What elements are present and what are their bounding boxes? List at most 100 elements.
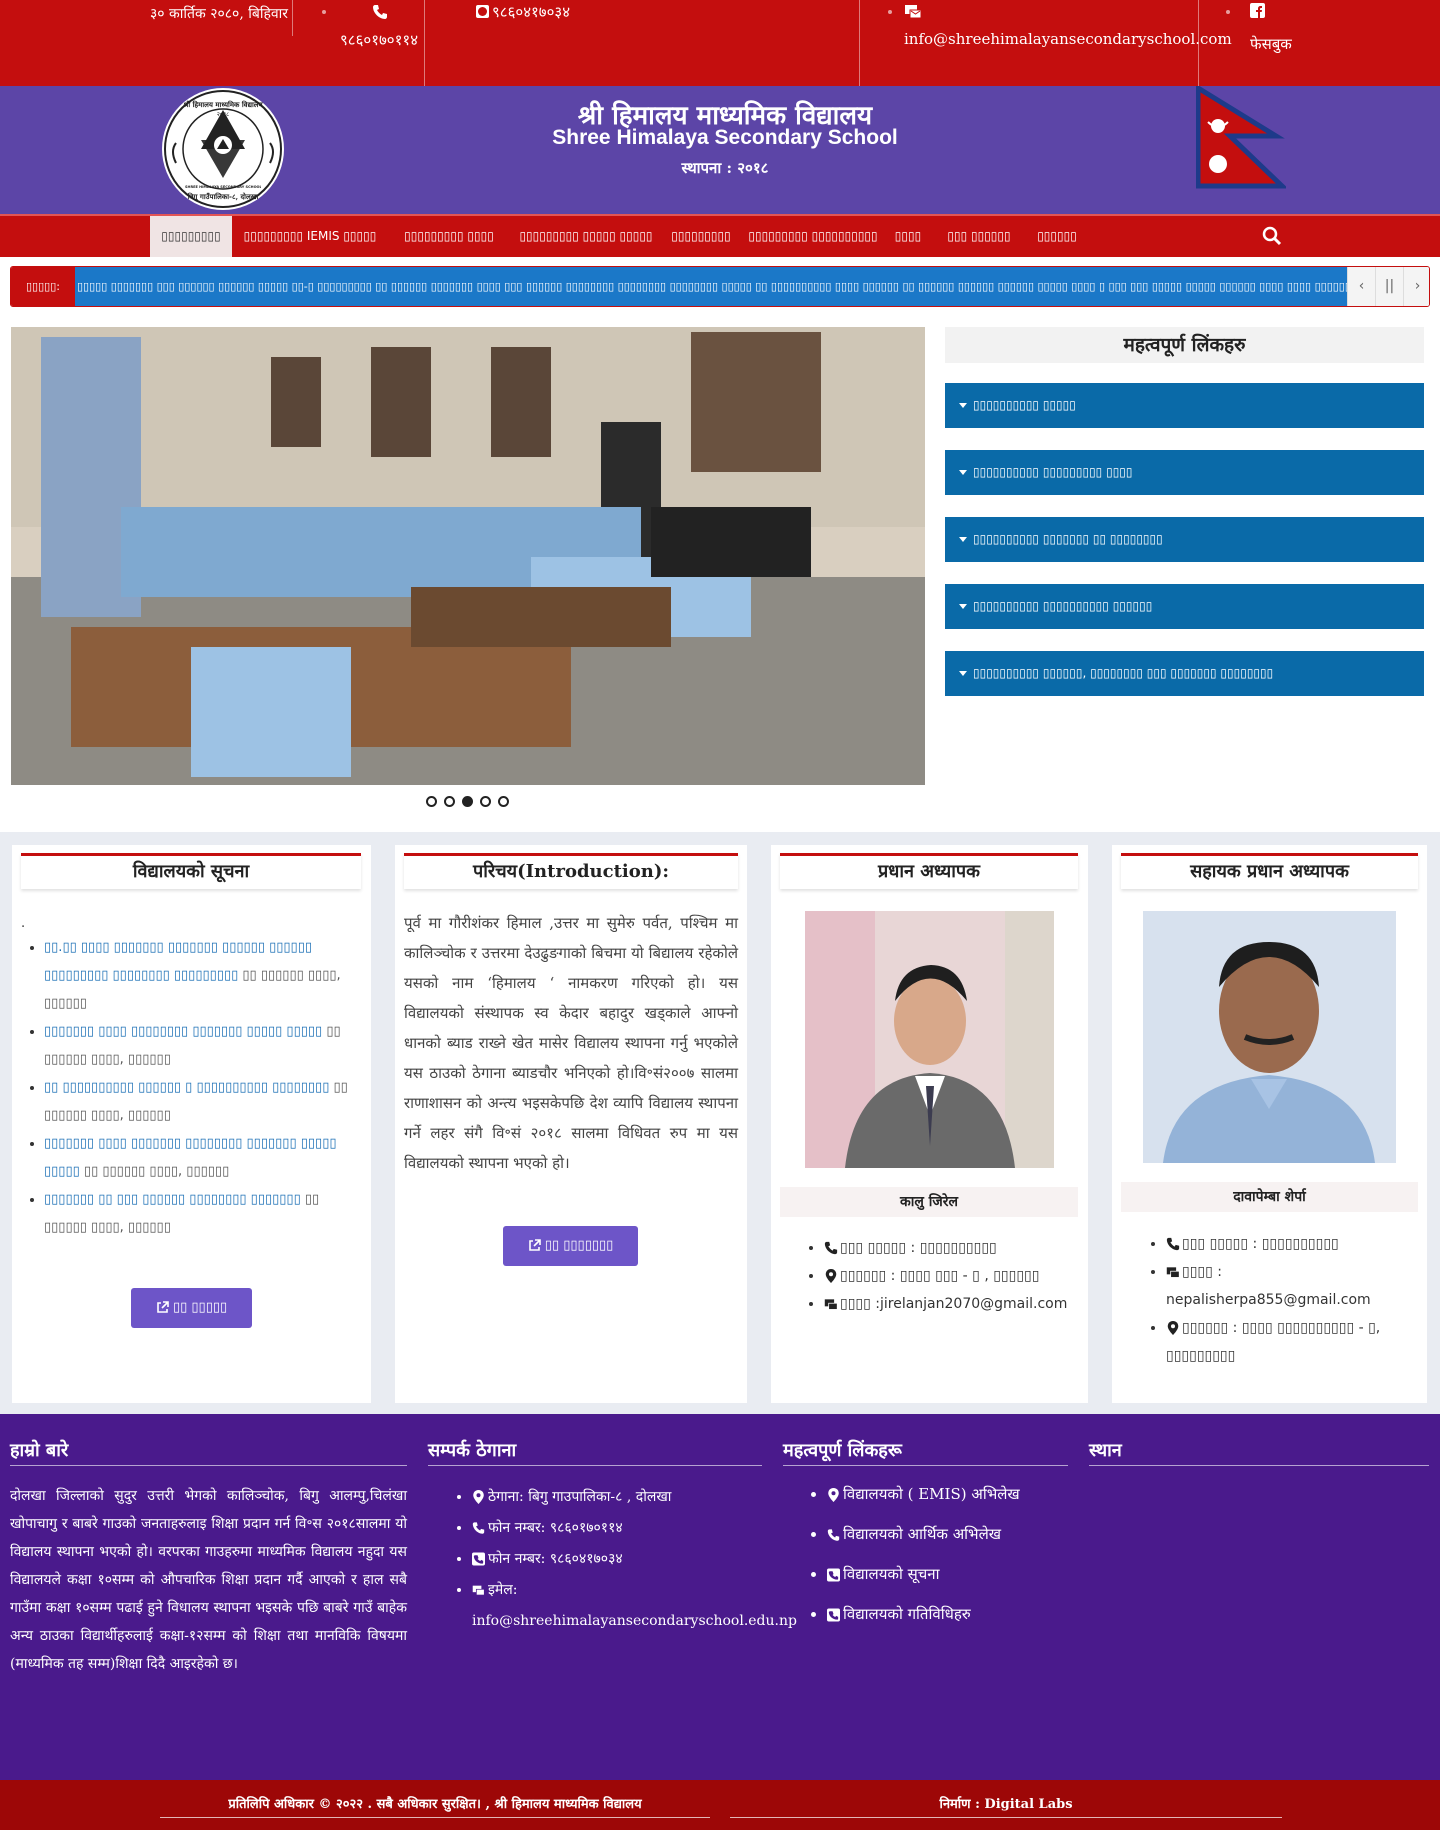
vice-principal-info: ▯▯▯ ▯▯▯▯▯ : ▯▯▯▯▯▯▯▯▯▯ ▯▯▯▯ : nepalisherp…	[1166, 1230, 1416, 1370]
email-contact[interactable]: info@shreehimalayansecondaryschool.com	[888, 0, 1232, 86]
nav-item-9[interactable]: ▯▯▯▯▯▯	[1030, 216, 1084, 257]
principal-email[interactable]: ▯▯▯▯ :jirelanjan2070@gmail.com	[824, 1290, 1084, 1318]
nav-item-7[interactable]: ▯▯▯▯	[886, 216, 930, 257]
vice-principal-address: ▯▯▯▯▯▯ : ▯▯▯▯ ▯▯▯▯▯▯▯▯▯▯ - ▯, ▯▯▯▯▯▯▯▯▯	[1166, 1314, 1416, 1370]
important-link-4[interactable]: ▯▯▯▯▯▯▯▯▯▯ ▯▯▯▯▯▯▯▯▯▯ ▯▯▯▯▯▯	[945, 584, 1424, 629]
map-marker-icon	[828, 1488, 839, 1502]
phone-square-icon	[472, 1552, 485, 1566]
important-link-label: ▯▯▯▯▯▯▯▯▯▯ ▯▯▯▯▯▯, ▯▯▯▯▯▯▯▯ ▯▯▯ ▯▯▯▯▯▯▯ …	[973, 666, 1274, 680]
nav-item-home[interactable]: ▯▯▯▯▯▯▯▯▯	[150, 216, 232, 257]
important-link-label: ▯▯▯▯▯▯▯▯▯▯ ▯▯▯▯▯▯▯▯▯▯ ▯▯▯▯▯▯	[973, 599, 1153, 613]
phone-volume-icon	[827, 1529, 840, 1541]
whatsapp-contact[interactable]: ९८६०४१७०३४	[476, 0, 676, 86]
ticker-prev-button[interactable]: ‹	[1347, 267, 1375, 306]
notice-item: ▯▯▯▯▯▯▯ ▯▯ ▯▯▯ ▯▯▯▯▯▯ ▯▯▯▯▯▯▯▯ ▯▯▯▯▯▯▯ ▯…	[44, 1186, 366, 1242]
email-icon	[1166, 1267, 1180, 1278]
notice-link[interactable]: ▯▯▯▯▯▯▯ ▯▯▯▯ ▯▯▯▯▯▯▯▯ ▯▯▯▯▯▯▯ ▯▯▯▯▯ ▯▯▯▯…	[44, 1024, 322, 1039]
notice-list: ▯▯.▯▯ ▯▯▯▯ ▯▯▯▯▯▯▯ ▯▯▯▯▯▯▯ ▯▯▯▯▯▯ ▯▯▯▯▯▯…	[44, 934, 366, 1242]
vice-principal-address-text-2: ▯▯▯▯▯▯▯▯▯	[1166, 1348, 1236, 1364]
slider-dot[interactable]	[480, 796, 491, 807]
slider-dot[interactable]	[444, 796, 455, 807]
logo-ring-text: SHREE HIMALAYA SECONDARY SCHOOL	[185, 185, 261, 189]
classroom-photo	[11, 327, 925, 785]
footer-links-list: विद्यालयको ( EMIS) अभिलेख विद्यालयको आर्…	[827, 1474, 1087, 1634]
footer-phone-2[interactable]: फोन नम्बर: ९८६०४१७०३४	[472, 1544, 802, 1575]
intro-title: परिचय(Introduction):	[404, 853, 738, 889]
footer-link-label: विद्यालयको आर्थिक अभिलेख	[843, 1525, 1002, 1543]
email-address[interactable]: info@shreehimalayansecondaryschool.com	[904, 30, 1232, 48]
facebook-label[interactable]: फेसबुक	[1250, 34, 1292, 54]
developer-credit[interactable]: निर्माण : Digital Labs	[730, 1792, 1282, 1818]
external-link-icon	[157, 1301, 169, 1313]
footer-link-activities[interactable]: विद्यालयको गतिविधिहरु	[827, 1594, 1087, 1634]
separator	[424, 0, 425, 86]
image-slider[interactable]	[11, 327, 925, 785]
important-link-3[interactable]: ▯▯▯▯▯▯▯▯▯▯ ▯▯▯▯▯▯▯ ▯▯ ▯▯▯▯▯▯▯▯	[945, 517, 1424, 562]
important-link-label: ▯▯▯▯▯▯▯▯▯▯ ▯▯▯▯▯▯▯ ▯▯ ▯▯▯▯▯▯▯▯	[973, 532, 1163, 546]
email-icon	[472, 1585, 485, 1596]
footer-phone-1[interactable]: फोन नम्बर: ९८६०१७०११४	[472, 1513, 802, 1544]
principal-phone: ▯▯▯ ▯▯▯▯▯ : ▯▯▯▯▯▯▯▯▯▯	[824, 1234, 1084, 1262]
footer-link-label: विद्यालयको ( EMIS) अभिलेख	[843, 1485, 1020, 1503]
nav-item-5[interactable]: ▯▯▯▯▯▯▯▯▯	[668, 216, 734, 257]
slider-dot[interactable]	[426, 796, 437, 807]
site-header: श्री हिमालय माध्यमिक विद्यालय २०१८ SHREE…	[0, 86, 1440, 214]
read-more-button[interactable]: ▯▯ ▯▯▯▯▯▯▯	[503, 1226, 638, 1266]
logo-year: २०१८	[216, 111, 230, 118]
important-link-1[interactable]: ▯▯▯▯▯▯▯▯▯▯ ▯▯▯▯▯	[945, 383, 1424, 428]
main-nav: ▯▯▯▯▯▯▯▯▯ ▯▯▯▯▯▯▯▯▯ IEMIS ▯▯▯▯▯ ▯▯▯▯▯▯▯▯…	[0, 214, 1440, 257]
all-notices-button[interactable]: ▯▯ ▯▯▯▯▯	[131, 1288, 252, 1328]
principal-title: प्रधान अध्यापक	[780, 853, 1078, 889]
school-logo[interactable]: श्री हिमालय माध्यमिक विद्यालय २०१८ SHREE…	[162, 88, 284, 210]
phone-number-2[interactable]: ९८६०४१७०३४	[492, 2, 570, 22]
nav-item-6[interactable]: ▯▯▯▯▯▯▯▯▯ ▯▯▯▯▯▯▯▯▯▯	[746, 216, 880, 257]
ticker-text[interactable]: ▯▯▯▯▯ ▯▯▯▯▯▯▯ ▯▯▯ ▯▯▯▯▯▯ ▯▯▯▯▯▯ ▯▯▯▯▯ ▯▯…	[75, 267, 1347, 306]
footer-address: ठेगाना: बिगु गाउपालिका-८ , दोलखा	[472, 1482, 802, 1513]
copyright-text: प्रतिलिपि अधिकार © २०२२ . सबै अधिकार सुर…	[160, 1792, 710, 1818]
slider-dot[interactable]	[498, 796, 509, 807]
phone-number-1[interactable]: ९८६०१७०११४	[340, 30, 418, 50]
principal-info: ▯▯▯ ▯▯▯▯▯ : ▯▯▯▯▯▯▯▯▯▯ ▯▯▯▯▯▯ : ▯▯▯▯ ▯▯▯…	[824, 1234, 1084, 1318]
separator	[859, 0, 860, 86]
whatsapp-badge-icon	[476, 5, 489, 18]
footer-contact-list: ठेगाना: बिगु गाउपालिका-८ , दोलखा फोन नम्…	[472, 1482, 802, 1637]
notice-item: ▯▯ ▯▯▯▯▯▯▯▯▯▯ ▯▯▯▯▯▯ ▯ ▯▯▯▯▯▯▯▯▯▯ ▯▯▯▯▯▯…	[44, 1074, 366, 1130]
current-date: ३० कार्तिक २०८०, बिहिवार	[150, 6, 289, 22]
footer-phone-2-text: फोन नम्बर: ९८६०४१७०३४	[488, 1551, 623, 1567]
notice-link[interactable]: ▯▯ ▯▯▯▯▯▯▯▯▯▯ ▯▯▯▯▯▯ ▯ ▯▯▯▯▯▯▯▯▯▯ ▯▯▯▯▯▯…	[44, 1080, 329, 1095]
important-link-5[interactable]: ▯▯▯▯▯▯▯▯▯▯ ▯▯▯▯▯▯, ▯▯▯▯▯▯▯▯ ▯▯▯ ▯▯▯▯▯▯▯ …	[945, 651, 1424, 696]
site-footer: हाम्रो बारे दोलखा जिल्लाको सुदुर उत्तरी …	[0, 1414, 1440, 1780]
vice-principal-phone-text: ▯▯▯ ▯▯▯▯▯ : ▯▯▯▯▯▯▯▯▯▯	[1182, 1236, 1339, 1252]
vice-principal-email[interactable]: ▯▯▯▯ : nepalisherpa855@gmail.com	[1166, 1258, 1416, 1314]
phone-contact[interactable]: ९८६०१७०११४	[322, 0, 422, 86]
notice-date: ▯▯ ▯▯▯▯▯▯ ▯▯▯▯, ▯▯▯▯▯▯	[83, 1164, 230, 1179]
footer-location-title: स्थान	[1089, 1438, 1429, 1466]
nav-item-4[interactable]: ▯▯▯▯▯▯▯▯▯ ▯▯▯▯▯ ▯▯▯▯▯	[510, 216, 662, 257]
ticker-pause-button[interactable]: ||	[1375, 267, 1403, 306]
footer-link-finance[interactable]: विद्यालयको आर्थिक अभिलेख	[827, 1514, 1087, 1554]
separator	[1198, 0, 1199, 86]
footer-link-notice[interactable]: विद्यालयको सूचना	[827, 1554, 1087, 1594]
nav-item-3[interactable]: ▯▯▯▯▯▯▯▯▯ ▯▯▯▯	[394, 216, 504, 257]
search-icon[interactable]	[1262, 226, 1282, 246]
slider-dot-active[interactable]	[462, 796, 473, 807]
nav-item-iemis[interactable]: ▯▯▯▯▯▯▯▯▯ IEMIS ▯▯▯▯▯	[236, 216, 384, 257]
facebook-link[interactable]: फेसबुक	[1226, 0, 1336, 86]
footer-about-title: हाम्रो बारे	[10, 1438, 407, 1466]
ticker-next-button[interactable]: ›	[1403, 267, 1429, 306]
principal-name: कालु जिरेल	[780, 1187, 1078, 1217]
principal-email-text: ▯▯▯▯ :jirelanjan2070@gmail.com	[840, 1296, 1068, 1312]
footer-email[interactable]: इमेल: info@shreehimalayansecondaryschool.…	[472, 1575, 802, 1637]
nav-item-8[interactable]: ▯▯▯ ▯▯▯▯▯▯	[936, 216, 1022, 257]
caret-down-icon	[959, 604, 967, 609]
notice-link[interactable]: ▯▯▯▯▯▯▯ ▯▯ ▯▯▯ ▯▯▯▯▯▯ ▯▯▯▯▯▯▯▯ ▯▯▯▯▯▯▯	[44, 1192, 301, 1207]
notices-dot: .	[21, 916, 26, 931]
ticker-label: ▯▯▯▯▯:	[11, 267, 75, 306]
principal-address: ▯▯▯▯▯▯ : ▯▯▯▯ ▯▯▯ - ▯ , ▯▯▯▯▯▯	[824, 1262, 1084, 1290]
footer-link-emis[interactable]: विद्यालयको ( EMIS) अभिलेख	[827, 1474, 1087, 1514]
footer-phone-1-text: फोन नम्बर: ९८६०१७०११४	[488, 1520, 623, 1536]
notices-title: विद्यालयको सूचना	[21, 853, 361, 889]
important-link-2[interactable]: ▯▯▯▯▯▯▯▯▯▯ ▯▯▯▯▯▯▯▯▯ ▯▯▯▯	[945, 450, 1424, 495]
vice-principal-email-text: nepalisherpa855@gmail.com	[1166, 1292, 1371, 1308]
footer-email-text: info@shreehimalayansecondaryschool.edu.n…	[472, 1613, 797, 1629]
